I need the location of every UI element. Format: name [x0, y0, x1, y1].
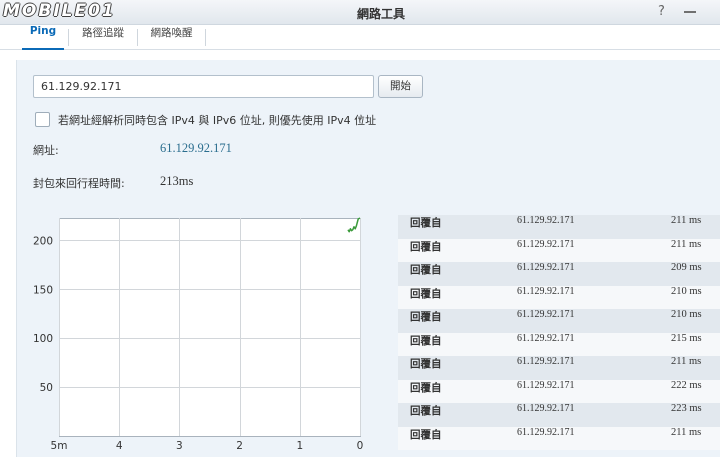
x-tick-label: 1: [296, 440, 303, 452]
rtt-chart: 200 150 100 50 5m 4 3 2 1 0: [33, 217, 364, 452]
table-row: 回覆自 61.129.92.171 210 ms: [398, 309, 720, 333]
table-row: 回覆自 61.129.92.171 211 ms: [398, 215, 720, 239]
prefer-ipv4-label: 若網址經解析同時包含 IPv4 與 IPv6 位址, 則優先使用 IPv4 位址: [58, 114, 377, 127]
x-tick-label: 0: [357, 440, 364, 452]
reply-ip: 61.129.92.171: [517, 403, 575, 414]
rtt-value: 213ms: [160, 174, 194, 188]
prefer-ipv4-checkbox[interactable]: [35, 112, 50, 127]
x-tick-label: 5m: [51, 440, 68, 452]
reply-ip: 61.129.92.171: [517, 426, 575, 438]
reply-time: 211 ms: [671, 215, 702, 226]
table-row: 回覆自 61.129.92.171 211 ms: [398, 356, 720, 380]
help-icon[interactable]: [655, 3, 668, 20]
table-row: 回覆自 61.129.92.171 209 ms: [398, 262, 720, 286]
reply-label: 回覆自: [410, 428, 442, 441]
x-tick-label: 2: [236, 440, 243, 452]
reply-label: 回覆自: [410, 334, 442, 347]
reply-time: 211 ms: [671, 356, 702, 367]
reply-label: 回覆自: [410, 264, 442, 276]
tab-separator: [205, 29, 206, 46]
table-row: 回覆自 61.129.92.171 211 ms: [398, 426, 720, 450]
address-label: 網址:: [33, 144, 59, 157]
table-row: 回覆自 61.129.92.171 211 ms: [398, 238, 720, 262]
table-row: 回覆自 61.129.92.171 223 ms: [398, 403, 720, 427]
reply-time: 215 ms: [671, 332, 702, 344]
rtt-label: 封包來回行程時間:: [33, 177, 125, 190]
reply-label: 回覆自: [410, 217, 442, 229]
y-tick-label: 200: [33, 235, 53, 247]
tab-ping[interactable]: Ping: [18, 25, 68, 50]
caret-down-icon: [358, 118, 362, 121]
reply-label: 回覆自: [410, 240, 442, 253]
reply-label: 回覆自: [410, 311, 442, 323]
reply-time: 210 ms: [671, 285, 702, 297]
reply-time: 211 ms: [671, 238, 702, 250]
table-row: 回覆自 61.129.92.171 222 ms: [398, 379, 720, 403]
reply-ip: 61.129.92.171: [517, 332, 575, 344]
plot-area: [59, 218, 361, 437]
reply-ip: 61.129.92.171: [517, 215, 575, 226]
mobile01-logo: MOBILE01: [3, 1, 116, 21]
reply-ip: 61.129.92.171: [517, 379, 575, 391]
table-row: 回覆自 61.129.92.171 210 ms: [398, 285, 720, 309]
reply-ip: 61.129.92.171: [517, 356, 575, 367]
reply-label: 回覆自: [410, 287, 442, 300]
y-tick-label: 50: [40, 382, 53, 394]
x-tick-label: 3: [176, 440, 183, 452]
x-tick-label: 4: [116, 440, 123, 452]
minimize-icon[interactable]: [683, 6, 697, 18]
y-tick-label: 100: [33, 333, 53, 345]
y-tick-label: 150: [33, 284, 53, 296]
reply-table: 回覆自 61.129.92.171 211 ms 回覆自 61.129.92.1…: [398, 215, 720, 450]
reply-time: 223 ms: [671, 403, 702, 414]
reply-time: 209 ms: [671, 262, 702, 273]
reply-time: 210 ms: [671, 309, 702, 320]
target-address-input[interactable]: [33, 75, 374, 98]
start-button[interactable]: 開始: [378, 75, 423, 98]
reply-ip: 61.129.92.171: [517, 262, 575, 273]
reply-ip: 61.129.92.171: [517, 285, 575, 297]
table-row: 回覆自 61.129.92.171 215 ms: [398, 332, 720, 356]
tab-wake-on-lan[interactable]: 網路喚醒: [138, 25, 205, 49]
tab-bar: Ping 路徑追蹤 網路喚醒: [0, 25, 720, 50]
reply-label: 回覆自: [410, 381, 442, 394]
reply-ip: 61.129.92.171: [517, 309, 575, 320]
reply-time: 211 ms: [671, 426, 702, 438]
window-title: 網路工具: [357, 7, 406, 21]
tab-traceroute[interactable]: 路徑追蹤: [69, 25, 137, 49]
reply-label: 回覆自: [410, 358, 442, 370]
window-title-bar: MOBILE01 網路工具: [0, 0, 720, 25]
address-value: 61.129.92.171: [160, 141, 232, 155]
reply-time: 222 ms: [671, 379, 702, 391]
reply-ip: 61.129.92.171: [517, 238, 575, 250]
reply-label: 回覆自: [410, 405, 442, 417]
